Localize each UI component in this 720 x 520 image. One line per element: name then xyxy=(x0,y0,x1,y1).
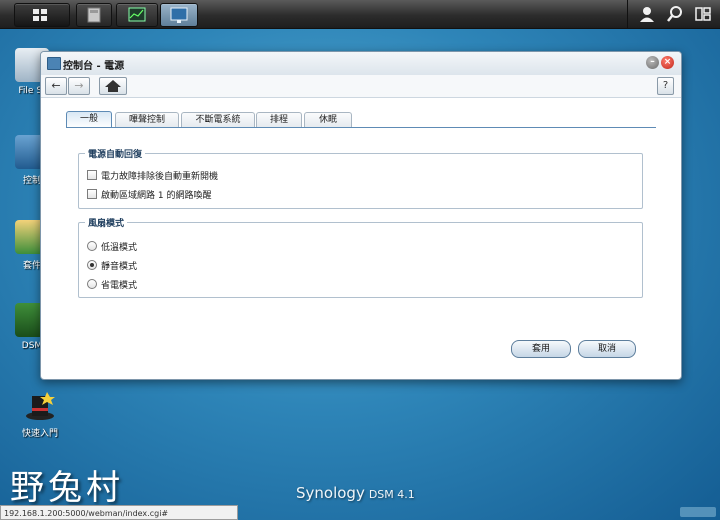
package-icon xyxy=(87,7,101,23)
main-menu-button[interactable] xyxy=(14,3,70,27)
desktop-icon-label: 控制 xyxy=(22,176,41,186)
wake-on-lan-checkbox[interactable] xyxy=(87,189,97,199)
brand-version: DSM 4.1 xyxy=(368,488,415,501)
tab-general[interactable]: 一般 xyxy=(66,111,112,128)
window-title: 控制台 - 電源 xyxy=(63,61,125,72)
desktop-scroll-handle[interactable] xyxy=(680,507,716,517)
tab-hibernation[interactable]: 休眠 xyxy=(304,112,352,128)
minimize-icon[interactable]: – xyxy=(646,56,659,69)
auto-restart-label: 電力故障排除後自動重新開機 xyxy=(101,172,219,182)
fan-mode-cool-radio[interactable] xyxy=(87,241,97,251)
desktop-icon-label: 快速入門 xyxy=(21,429,58,439)
tab-schedule[interactable]: 排程 xyxy=(256,112,302,128)
taskbar-app-control-panel[interactable] xyxy=(160,3,198,27)
taskbar xyxy=(0,0,720,29)
control-panel-window: 控制台 - 電源 – × ← → ? 一般 嗶聲控制 不斷電系統 排程 休眠 電… xyxy=(40,51,682,380)
fan-mode-cool-label: 低溫模式 xyxy=(101,243,138,253)
forward-button[interactable]: → xyxy=(68,77,90,95)
back-button[interactable]: ← xyxy=(45,77,67,95)
resource-monitor-icon xyxy=(128,7,146,22)
fan-mode-group: 風扇模式 低溫模式 靜音模式 省電模式 xyxy=(78,216,643,298)
taskbar-right-tools xyxy=(627,0,720,28)
search-icon[interactable] xyxy=(666,5,684,23)
window-toolbar: ← → ? xyxy=(41,75,681,98)
main-menu-icon xyxy=(33,9,47,21)
apply-button[interactable]: 套用 xyxy=(511,340,571,358)
fan-mode-legend: 風扇模式 xyxy=(85,216,128,229)
widgets-icon[interactable] xyxy=(694,5,712,23)
desktop-icon-label: 套件 xyxy=(22,261,41,271)
fan-mode-low-power-label: 省電模式 xyxy=(101,281,138,291)
user-icon[interactable] xyxy=(638,5,656,23)
tab-underline xyxy=(66,127,656,128)
taskbar-app-monitor[interactable] xyxy=(116,3,158,27)
home-icon xyxy=(105,80,121,92)
home-button[interactable] xyxy=(99,77,127,95)
arrow-right-icon: → xyxy=(74,79,84,92)
browser-status-url: 192.168.1.200:5000/webman/index.cgi# xyxy=(0,505,238,520)
help-button[interactable]: ? xyxy=(657,77,674,95)
fan-mode-quiet-label: 靜音模式 xyxy=(101,262,138,272)
wake-on-lan-label: 啟動區域網路 1 的網路喚醒 xyxy=(101,191,212,201)
tab-ups[interactable]: 不斷電系統 xyxy=(181,112,255,128)
magic-hat-icon xyxy=(23,388,57,422)
arrow-left-icon: ← xyxy=(51,79,61,92)
auto-restart-checkbox[interactable] xyxy=(87,170,97,180)
synology-brand: Synology DSM 4.1 xyxy=(296,484,415,502)
cancel-button[interactable]: 取消 xyxy=(578,340,636,358)
desktop-icon-quick-start[interactable]: 快速入門 xyxy=(10,388,70,439)
close-icon[interactable]: × xyxy=(661,56,674,69)
power-recovery-legend: 電源自動回復 xyxy=(85,147,146,160)
fan-mode-low-power-radio[interactable] xyxy=(87,279,97,289)
brand-name: Synology xyxy=(296,484,365,502)
tab-beep-control[interactable]: 嗶聲控制 xyxy=(115,112,179,128)
watermark-text: 野兔村 xyxy=(10,468,124,508)
fan-mode-quiet-radio[interactable] xyxy=(87,260,97,270)
taskbar-app-package[interactable] xyxy=(76,3,112,27)
power-recovery-group: 電源自動回復 電力故障排除後自動重新開機 啟動區域網路 1 的網路喚醒 xyxy=(78,147,643,209)
control-panel-icon xyxy=(170,7,188,23)
window-titlebar[interactable]: 控制台 - 電源 – × xyxy=(41,52,681,76)
window-app-icon xyxy=(47,57,61,70)
